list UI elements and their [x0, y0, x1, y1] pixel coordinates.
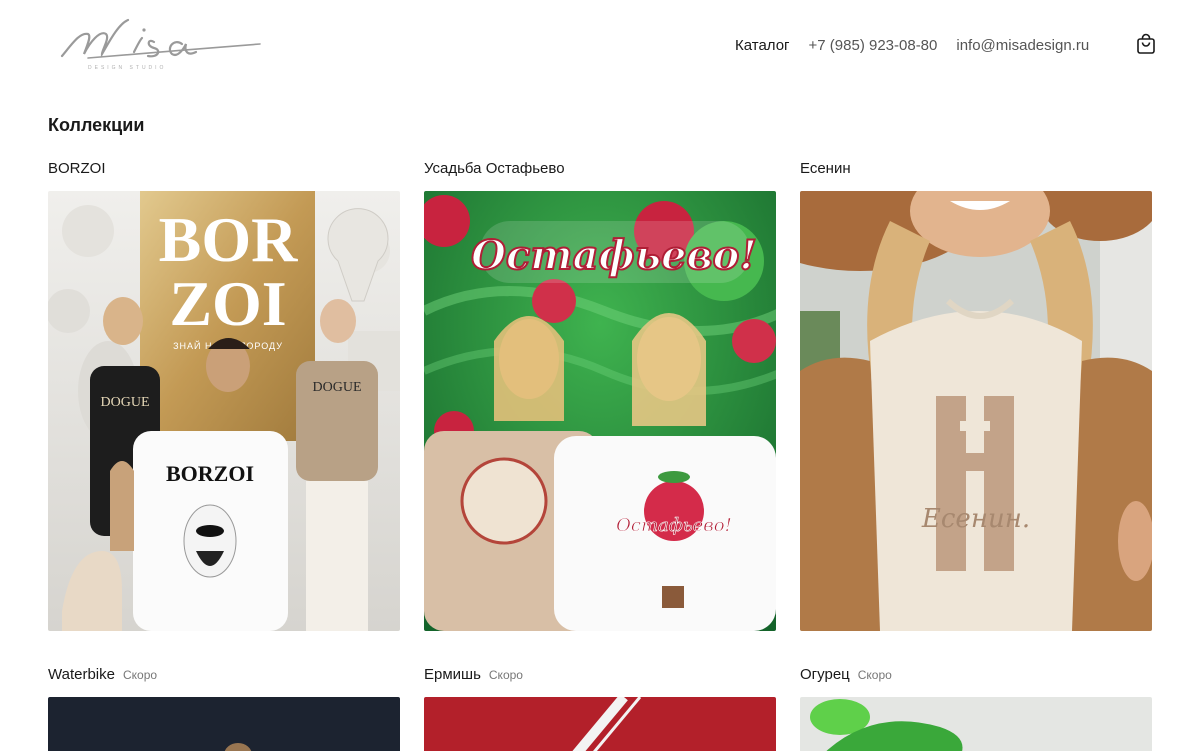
collection-card-ogurets[interactable]: Огурец Скоро	[800, 666, 1152, 751]
svg-text:ZOI: ZOI	[169, 268, 286, 339]
collection-card-esenin[interactable]: Есенин Есенин.	[800, 160, 1152, 631]
collection-header: Усадьба Остафьево	[424, 160, 776, 182]
site-header: DESIGN STUDIO Каталог +7 (985) 923-08-80…	[0, 0, 1201, 90]
logo-subtext: DESIGN STUDIO	[88, 65, 166, 71]
nav-phone-link[interactable]: +7 (985) 923-08-80	[809, 37, 938, 54]
collection-image-waterbike[interactable]	[48, 697, 400, 751]
main-nav: Каталог +7 (985) 923-08-80 info@misadesi…	[735, 34, 1089, 56]
collection-name[interactable]: Огурец	[800, 666, 850, 683]
collection-name[interactable]: Усадьба Остафьево	[424, 160, 565, 177]
collection-card-ostafyevo[interactable]: Усадьба Остафьево Остафьево! Остафьево!	[424, 160, 776, 631]
collection-name[interactable]: BORZOI	[48, 160, 106, 177]
ostafyevo-script: Остафьево!	[471, 232, 757, 279]
collection-card-borzoi[interactable]: BORZOI BOR ZOI ЗНАЙ НАШУ ПОРОДУ	[48, 160, 400, 631]
collection-header: Огурец Скоро	[800, 666, 1152, 688]
page-title: Коллекции	[48, 115, 145, 135]
coming-soon-badge: Скоро	[122, 668, 158, 682]
collection-card-ermish[interactable]: Ермишь Скоро	[424, 666, 776, 751]
collection-image-borzoi[interactable]: BOR ZOI ЗНАЙ НАШУ ПОРОДУ DOGUE DOGUE BOR…	[48, 191, 400, 631]
collection-image-esenin[interactable]: Есенин.	[800, 191, 1152, 631]
brand-logo[interactable]: DESIGN STUDIO	[58, 14, 264, 72]
coming-soon-badge: Скоро	[857, 668, 892, 682]
collection-header: Есенин	[800, 160, 1152, 182]
collection-header: Waterbike Скоро	[48, 666, 400, 688]
collection-image-ostafyevo[interactable]: Остафьево! Остафьево!	[424, 191, 776, 631]
svg-text:BOR: BOR	[159, 204, 298, 275]
nav-catalog-link[interactable]: Каталог	[735, 37, 790, 54]
svg-text:DOGUE: DOGUE	[101, 395, 150, 410]
collection-header: Ермишь Скоро	[424, 666, 776, 688]
borzoi-shirt-text: BORZOI	[166, 461, 254, 486]
collection-name[interactable]: Ермишь	[424, 666, 481, 683]
nav-email-link[interactable]: info@misadesign.ru	[956, 37, 1089, 54]
collection-card-waterbike[interactable]: Waterbike Скоро	[48, 666, 400, 751]
collection-header: BORZOI	[48, 160, 400, 182]
collection-image-ermish[interactable]	[424, 697, 776, 751]
esenin-signature: Есенин.	[921, 504, 1030, 534]
collection-name[interactable]: Waterbike	[48, 666, 115, 683]
coming-soon-badge: Скоро	[488, 668, 523, 682]
svg-text:Остафьево!: Остафьево!	[616, 515, 732, 536]
collection-image-ogurets[interactable]	[800, 697, 1152, 751]
svg-text:DOGUE: DOGUE	[313, 380, 362, 395]
shopping-bag-icon[interactable]	[1136, 33, 1156, 55]
collection-name[interactable]: Есенин	[800, 160, 851, 177]
